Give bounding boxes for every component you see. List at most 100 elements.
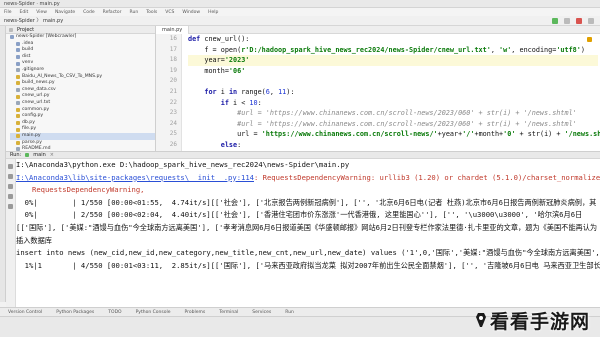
menu-item-window[interactable]: Window <box>182 10 200 15</box>
project-tree-item-label: .gitignore <box>22 66 44 72</box>
code-token: '/' <box>462 130 475 139</box>
code-token: , encoding= <box>511 45 557 54</box>
stop-icon[interactable] <box>576 18 582 24</box>
project-tree-item[interactable]: cnew_url.py <box>10 93 155 100</box>
console-line: I:\Anaconda3\lib\site-packages\requests\… <box>16 172 600 185</box>
project-tree-item-label: config.py <box>22 113 44 119</box>
code-editor[interactable]: main.py 16 17 18 19 20 21 22 23 24 25 26 def cnew_… <box>156 26 600 151</box>
code-token: + str(i) + <box>515 130 565 139</box>
tool-window-tab-python-packages[interactable]: Python Packages <box>56 310 94 315</box>
search-icon[interactable] <box>588 18 594 24</box>
tool-window-tab-terminal[interactable]: Terminal <box>219 310 238 315</box>
watermark-text: 看看手游网 <box>490 310 591 333</box>
console-file-link[interactable]: I:\Anaconda3\lib\site-packages\requests\… <box>16 173 254 182</box>
menu-item-refactor[interactable]: Refactor <box>103 10 122 15</box>
scroll-icon[interactable] <box>8 184 13 189</box>
code-token: '0' <box>503 130 516 139</box>
project-tree-item[interactable]: .gitignore <box>10 67 155 74</box>
project-root[interactable]: news-Spider [Webcrawler] <box>10 34 155 41</box>
code-token: , <box>269 87 279 96</box>
file-icon <box>16 101 20 106</box>
code-token: ) <box>580 45 585 54</box>
menu-item-navigate[interactable]: Navigate <box>55 10 75 15</box>
folder-icon <box>10 35 14 40</box>
project-root-label: news-Spider [Webcrawler] <box>16 34 77 39</box>
run-console-output[interactable]: I:\Anaconda3\python.exe D:\hadoop_spark_… <box>16 159 600 307</box>
project-tree-item[interactable]: venv <box>10 60 155 67</box>
run-panel-header: Run: main × <box>6 151 600 159</box>
tool-window-tab-python-console[interactable]: Python Console <box>136 310 171 315</box>
run-icon[interactable] <box>552 18 558 24</box>
tab-main-py[interactable]: main.py <box>156 26 190 34</box>
code-line: year='2023' <box>188 55 598 66</box>
console-line-text: 0%| | 2/550 [00:00<02:04, 4.40it/s][['社会… <box>16 210 583 220</box>
code-area[interactable]: def cnew_url(): f = open(r'D:/hadoop_spa… <box>188 34 600 151</box>
code-token: +month+ <box>474 130 504 139</box>
project-header-label[interactable]: Project <box>17 27 34 33</box>
project-tree-item[interactable]: cnew_url.txt <box>10 100 155 107</box>
print-icon[interactable] <box>8 194 13 199</box>
code-token: (): <box>237 35 250 43</box>
menu-item-file[interactable]: File <box>4 10 12 15</box>
line-number: 26 <box>169 140 177 148</box>
file-icon <box>16 68 20 73</box>
code-token: year= <box>188 56 225 65</box>
project-tree-item[interactable]: dist <box>10 54 155 61</box>
code-token: '/news.shtml' <box>564 130 600 139</box>
python-file-icon <box>16 94 20 99</box>
debug-icon[interactable] <box>564 18 570 24</box>
python-icon <box>25 153 30 157</box>
stop-icon[interactable] <box>8 174 13 179</box>
code-token: 'https://www.chinanews.com.cn/scroll-new… <box>261 130 438 139</box>
code-token: f = open( <box>188 45 242 54</box>
code-line: else: <box>188 140 598 151</box>
python-file-icon <box>16 127 20 132</box>
console-line-text: I:\Anaconda3\python.exe D:\hadoop_spark_… <box>16 160 350 169</box>
navigation-toolbar: news-Spider 〉 main.py <box>0 16 600 26</box>
tool-window-tab-services[interactable]: Services <box>252 310 271 315</box>
menu-item-help[interactable]: Help <box>208 10 218 15</box>
menu-item-view[interactable]: View <box>36 10 47 15</box>
code-token: 'utf8' <box>556 45 581 54</box>
code-token: def <box>188 35 205 43</box>
code-token: i <box>220 87 229 96</box>
project-tree-item[interactable]: build <box>10 47 155 54</box>
folder-icon <box>16 48 20 53</box>
code-token: for <box>204 87 221 96</box>
menu-item-vcs[interactable]: VCS <box>165 10 174 15</box>
rerun-icon[interactable] <box>8 164 13 169</box>
run-config-tab[interactable]: main <box>33 152 46 158</box>
trash-icon[interactable] <box>8 204 13 209</box>
console-line: I:\Anaconda3\python.exe D:\hadoop_spark_… <box>16 159 600 172</box>
code-token: 'w' <box>499 45 512 54</box>
tool-window-tab-todo[interactable]: TODO <box>108 310 121 315</box>
code-line: url = 'https://www.chinanews.com.cn/scro… <box>188 129 600 140</box>
breadcrumb[interactable]: news-Spider 〉 main.py <box>4 17 63 24</box>
project-tree-item-label: file.py <box>22 126 37 132</box>
line-number: 23 <box>169 109 177 117</box>
code-token: url = <box>188 130 262 139</box>
menu-item-tools[interactable]: Tools <box>146 10 157 15</box>
close-icon[interactable]: × <box>50 152 54 158</box>
window-title: news-Spider · main.py <box>4 0 60 7</box>
tool-window-tab-problems[interactable]: Problems <box>185 310 206 315</box>
menu-item-run[interactable]: Run <box>130 10 139 15</box>
watermark-logo-icon <box>476 313 486 327</box>
project-tree-item-label: venv <box>22 60 34 66</box>
console-line: RequestsDependencyWarning, <box>16 184 600 197</box>
project-tree-item[interactable]: main.py <box>10 132 155 140</box>
warning-icon[interactable] <box>587 37 592 42</box>
tool-window-tab-run[interactable]: Run <box>285 310 294 315</box>
project-tree-item[interactable]: config.py <box>10 113 155 120</box>
console-line-text: RequestsDependencyWarning, <box>32 185 145 195</box>
line-number: 19 <box>169 66 177 74</box>
code-token: 10 <box>249 98 258 107</box>
project-tree-item[interactable]: build_news.py <box>10 80 155 87</box>
console-line: 0%| | 1/550 [00:00<01:55, 4.74it/s][['社会… <box>16 197 600 210</box>
code-token: '2023' <box>224 56 250 65</box>
project-tree-item[interactable]: file.py <box>10 126 155 133</box>
menu-item-edit[interactable]: Edit <box>20 10 29 15</box>
menu-item-code[interactable]: Code <box>83 10 95 15</box>
tool-window-tab-version-control[interactable]: Version Control <box>8 310 42 315</box>
